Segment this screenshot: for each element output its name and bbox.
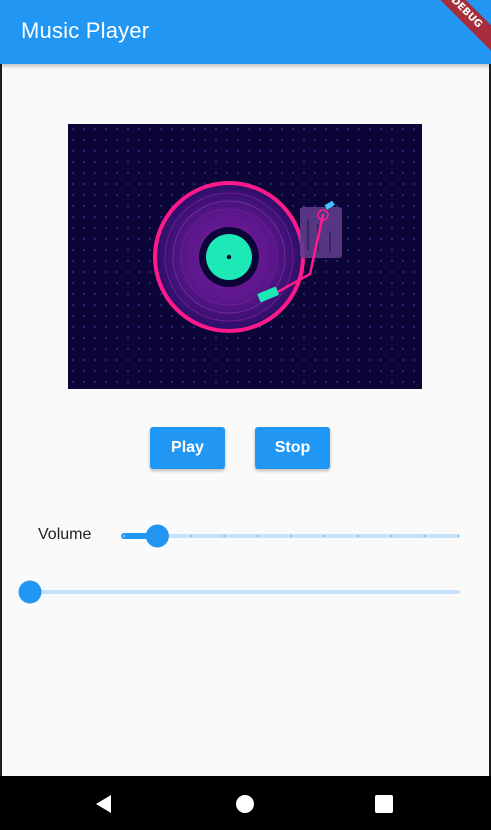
volume-slider-tick bbox=[256, 535, 259, 537]
progress-slider[interactable] bbox=[18, 580, 460, 604]
volume-slider[interactable] bbox=[121, 524, 460, 548]
recents-square-icon[interactable] bbox=[373, 793, 395, 815]
stop-button[interactable]: Stop bbox=[255, 427, 330, 469]
volume-slider-tick bbox=[457, 535, 459, 537]
volume-slider-tick bbox=[123, 535, 125, 537]
system-nav-bar bbox=[0, 776, 491, 830]
volume-label: Volume bbox=[38, 526, 92, 543]
volume-slider-tick bbox=[390, 535, 393, 537]
vinyl-spindle bbox=[226, 254, 232, 260]
album-art-image bbox=[68, 124, 422, 389]
volume-slider-tick bbox=[290, 535, 292, 537]
app-title: Music Player bbox=[21, 18, 150, 43]
back-triangle-icon[interactable] bbox=[93, 793, 115, 815]
volume-slider-tick bbox=[356, 535, 359, 537]
volume-slider-tick bbox=[323, 535, 326, 537]
play-button[interactable]: Play bbox=[150, 427, 225, 469]
volume-slider-tick bbox=[423, 535, 426, 537]
progress-slider-thumb bbox=[18, 580, 42, 604]
home-circle-icon[interactable] bbox=[234, 793, 256, 815]
main-content: Play Stop Volume bbox=[2, 64, 489, 776]
turntable-deck bbox=[300, 207, 342, 258]
volume-slider-tick bbox=[223, 535, 226, 537]
app-bar: Music Player DEBUG bbox=[0, 0, 491, 64]
volume-slider-tick bbox=[189, 535, 192, 537]
debug-banner: DEBUG bbox=[420, 0, 491, 59]
volume-slider-thumb bbox=[145, 524, 169, 548]
